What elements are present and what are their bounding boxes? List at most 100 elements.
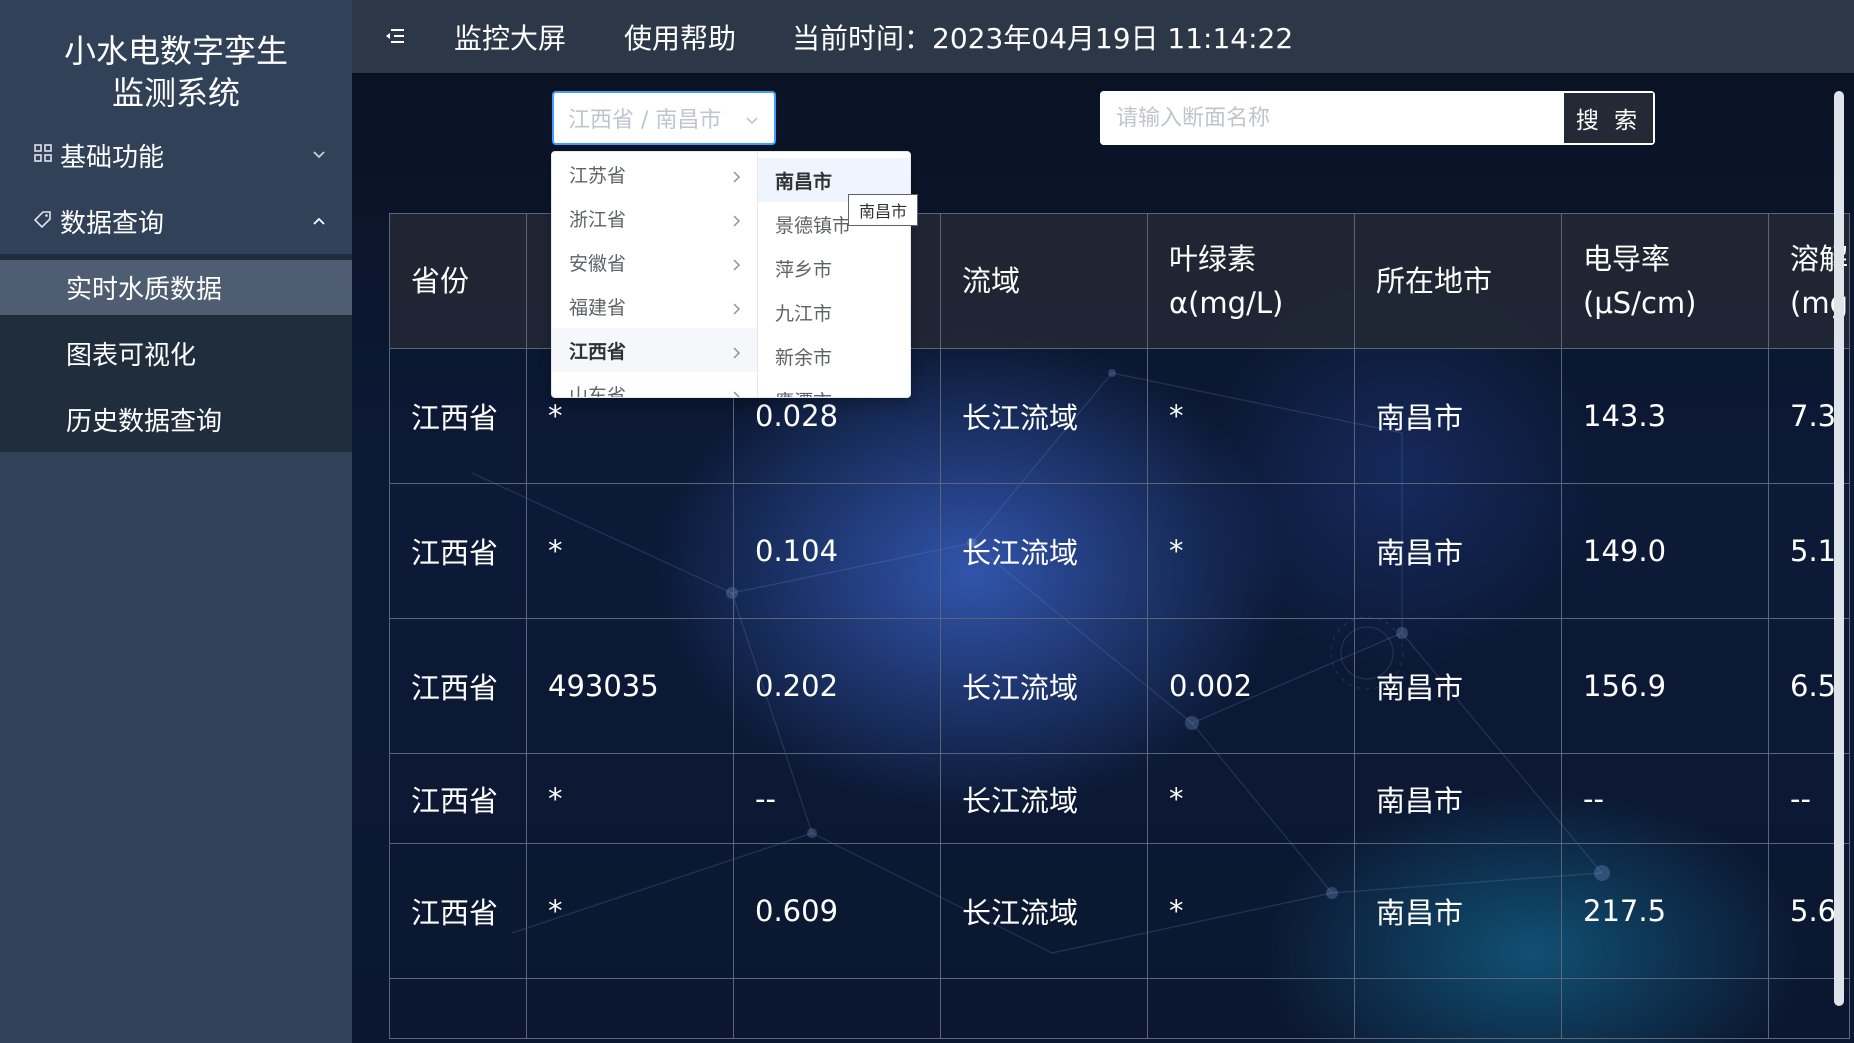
table-cell: 长江流域 xyxy=(940,483,1148,619)
table-cell: * xyxy=(1147,483,1355,619)
province-option[interactable]: 江苏省 xyxy=(552,152,757,196)
table-cell: 江西省 xyxy=(389,618,527,754)
province-option[interactable]: 江西省 xyxy=(552,328,757,372)
city-tooltip: 南昌市 xyxy=(848,194,919,226)
chevron-down-icon xyxy=(312,122,326,188)
region-cascader-value: 江西省 / 南昌市 xyxy=(568,108,722,133)
table-row: 江西省 * 0.609 长江流域 * 南昌市 217.5 5.6 xyxy=(389,843,1850,979)
search-button[interactable]: 搜 索 xyxy=(1564,93,1653,143)
sidebar: 小水电数字孪生 监测系统 基础功能 数据查询 实时水质数据 图表可视化 历史数据… xyxy=(0,0,352,1043)
province-column: 江苏省浙江省安徽省福建省江西省山东省 xyxy=(552,152,758,398)
table-cell: 江西省 xyxy=(389,483,527,619)
app-title-line-1: 小水电数字孪生 xyxy=(63,32,288,70)
chevron-down-icon xyxy=(744,109,760,125)
chevron-right-icon xyxy=(732,387,742,397)
province-option[interactable]: 安徽省 xyxy=(552,240,757,284)
table-cell: 0.202 xyxy=(733,618,941,754)
table-cell: 长江流域 xyxy=(940,618,1148,754)
chevron-up-icon xyxy=(312,188,326,254)
province-option-label: 江西省 xyxy=(569,340,627,363)
city-option[interactable]: 鹰潭市 xyxy=(758,378,910,398)
province-option[interactable]: 福建省 xyxy=(552,284,757,328)
table-cell: 南昌市 xyxy=(1354,348,1562,484)
header-conductivity: 电导率 (μS/cm) xyxy=(1561,213,1769,349)
header-province: 省份 xyxy=(389,213,527,349)
section-name-search-input[interactable] xyxy=(1100,91,1562,145)
table-cell: -- xyxy=(733,753,941,844)
table-cell: 0.609 xyxy=(733,843,941,979)
menu-data-query[interactable]: 数据查询 xyxy=(0,188,352,254)
menu-fold-icon[interactable] xyxy=(386,28,404,44)
table-cell: 长江流域 xyxy=(940,348,1148,484)
table-cell: 217.5 xyxy=(1561,843,1769,979)
table-cell: 156.9 xyxy=(1561,618,1769,754)
chevron-right-icon xyxy=(732,343,742,359)
table-cell: * xyxy=(1147,843,1355,979)
nav-monitor-screen[interactable]: 监控大屏 xyxy=(454,0,566,73)
chevron-right-icon xyxy=(732,167,742,183)
table-row: 江西省 * 0.104 长江流域 * 南昌市 149.0 5.1 xyxy=(389,483,1850,619)
table-cell xyxy=(389,978,527,1039)
app-title: 小水电数字孪生 监测系统 xyxy=(0,30,352,114)
chevron-right-icon xyxy=(732,299,742,315)
province-option-label: 浙江省 xyxy=(569,208,627,231)
table-cell xyxy=(1147,978,1355,1039)
table-cell xyxy=(1354,978,1562,1039)
header-city: 所在地市 xyxy=(1354,213,1562,349)
table-cell xyxy=(1561,978,1769,1039)
province-option[interactable]: 浙江省 xyxy=(552,196,757,240)
grid-icon xyxy=(32,143,54,167)
menu-basic-functions[interactable]: 基础功能 xyxy=(0,122,352,188)
vertical-scrollbar[interactable] xyxy=(1834,91,1844,1006)
table-cell: * xyxy=(526,483,734,619)
table-cell: 江西省 xyxy=(389,348,527,484)
table-cell: -- xyxy=(1561,753,1769,844)
city-option[interactable]: 萍乡市 xyxy=(758,246,910,290)
nav-help[interactable]: 使用帮助 xyxy=(624,0,736,73)
city-option[interactable]: 新余市 xyxy=(758,334,910,378)
search-box: 搜 索 xyxy=(1100,91,1655,145)
chevron-right-icon xyxy=(732,211,742,227)
table-cell: 0.104 xyxy=(733,483,941,619)
table-cell: 长江流域 xyxy=(940,753,1148,844)
table-cell xyxy=(733,978,941,1039)
submenu-data-query: 实时水质数据 图表可视化 历史数据查询 xyxy=(0,254,352,452)
menu-data-query-label: 数据查询 xyxy=(60,208,165,239)
app-title-line-2: 监测系统 xyxy=(111,74,240,112)
table-cell: 长江流域 xyxy=(940,843,1148,979)
table-body: 江西省 * 0.028 长江流域 * 南昌市 143.3 7.3 江西省 * 0.104 长江流域 * 南… xyxy=(389,348,1850,1039)
city-option[interactable]: 九江市 xyxy=(758,290,910,334)
province-option[interactable]: 山东省 xyxy=(552,372,757,398)
table-row: 江西省 493035 0.202 长江流域 0.002 南昌市 156.9 6.5 xyxy=(389,618,1850,754)
province-option-label: 山东省 xyxy=(569,384,627,398)
table-cell xyxy=(940,978,1148,1039)
table-cell: * xyxy=(526,843,734,979)
table-cell: 南昌市 xyxy=(1354,753,1562,844)
region-cascader-dropdown: 江苏省浙江省安徽省福建省江西省山东省 南昌市景德镇市萍乡市九江市新余市鹰潭市 xyxy=(551,151,911,398)
submenu-item-realtime-water-quality[interactable]: 实时水质数据 xyxy=(0,260,352,315)
region-cascader[interactable]: 江西省 / 南昌市 xyxy=(552,91,776,145)
province-option-label: 安徽省 xyxy=(569,252,627,275)
table-cell: * xyxy=(526,753,734,844)
table-cell: 南昌市 xyxy=(1354,843,1562,979)
city-column: 南昌市景德镇市萍乡市九江市新余市鹰潭市 xyxy=(758,152,910,398)
tag-icon xyxy=(32,209,54,233)
submenu-item-chart-visualization[interactable]: 图表可视化 xyxy=(0,326,352,381)
table-cell: 493035 xyxy=(526,618,734,754)
menu-basic-functions-label: 基础功能 xyxy=(60,142,165,173)
current-time: 当前时间：2023年04月19日 11:14:22 xyxy=(792,21,1294,55)
table-cell: 143.3 xyxy=(1561,348,1769,484)
header-basin: 流域 xyxy=(940,213,1148,349)
table-cell: 江西省 xyxy=(389,753,527,844)
header-chlorophyll: 叶绿素 α(mg/L) xyxy=(1147,213,1355,349)
table-row xyxy=(389,978,1850,1039)
province-option-label: 福建省 xyxy=(569,296,627,319)
table-cell xyxy=(526,978,734,1039)
table-cell: * xyxy=(1147,348,1355,484)
table-cell: 149.0 xyxy=(1561,483,1769,619)
submenu-item-history-query[interactable]: 历史数据查询 xyxy=(0,392,352,447)
province-option-label: 江苏省 xyxy=(569,164,627,187)
table-cell: 南昌市 xyxy=(1354,483,1562,619)
table-cell: * xyxy=(1147,753,1355,844)
top-bar: 监控大屏 使用帮助 当前时间：2023年04月19日 11:14:22 xyxy=(352,0,1854,73)
